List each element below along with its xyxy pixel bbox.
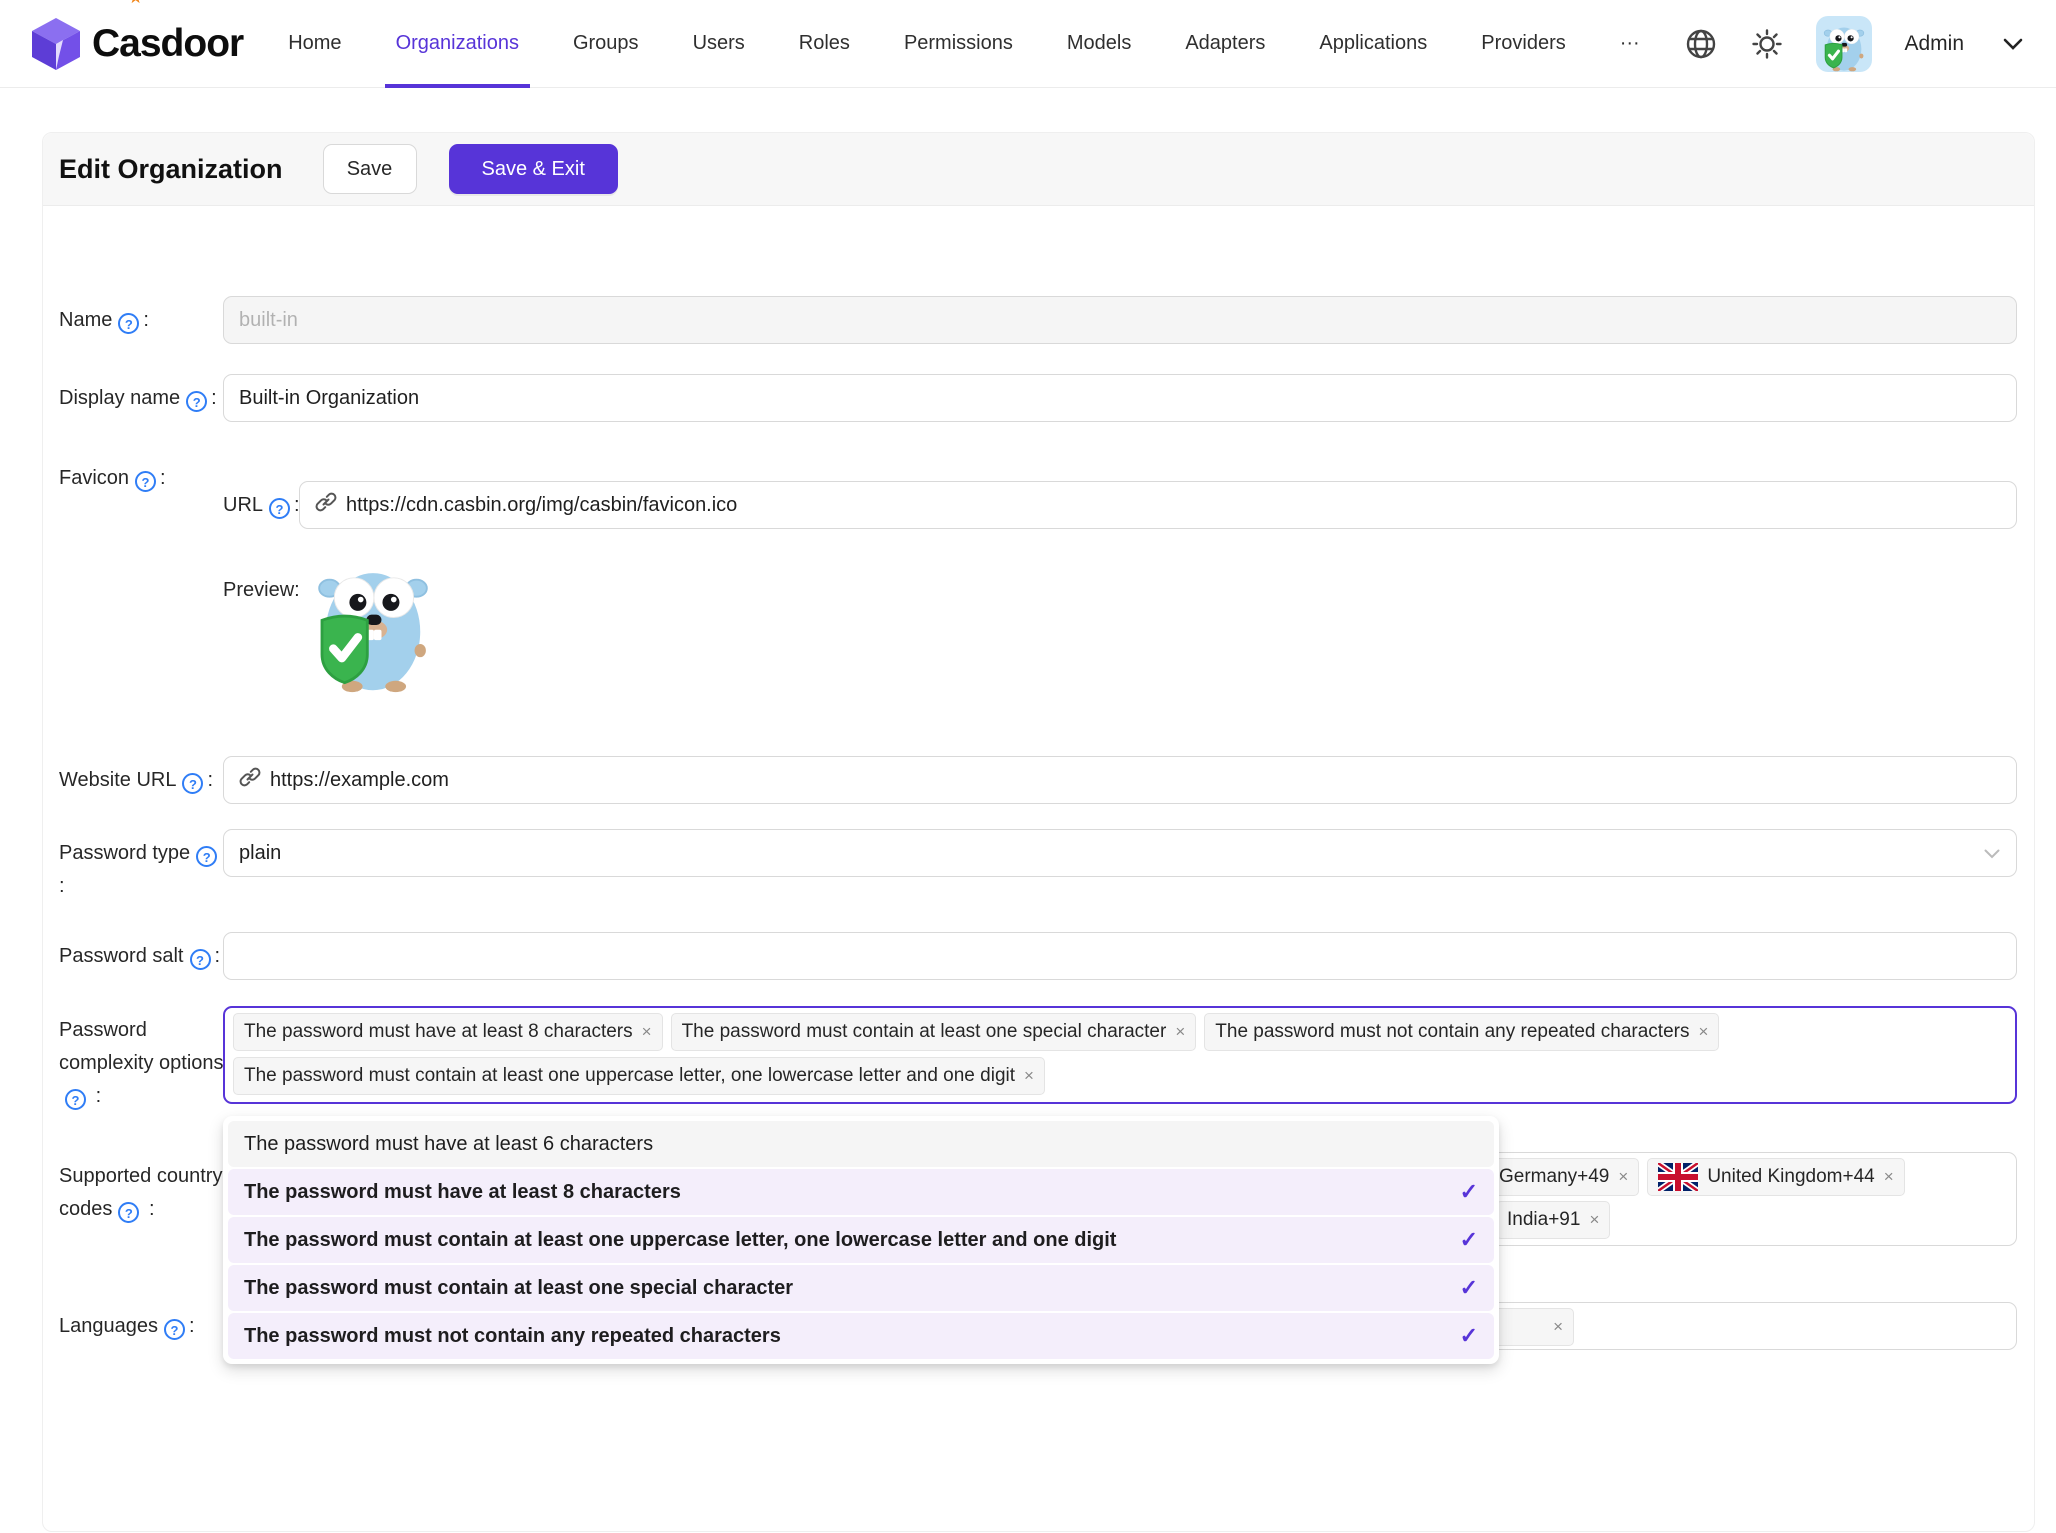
nav-item-models[interactable]: Models bbox=[1040, 0, 1158, 87]
remove-tag-icon[interactable]: × bbox=[1553, 1317, 1563, 1337]
country-tag-india: India+91 × bbox=[1496, 1201, 1611, 1239]
dropdown-option[interactable]: The password must have at least 6 charac… bbox=[228, 1121, 1494, 1167]
remove-tag-icon[interactable]: × bbox=[1618, 1167, 1628, 1187]
remove-tag-icon[interactable]: × bbox=[1175, 1022, 1185, 1042]
user-name[interactable]: Admin bbox=[1904, 32, 1964, 56]
name-input: built-in bbox=[223, 296, 2017, 344]
display-name-label: Display name?: bbox=[59, 387, 217, 412]
link-icon bbox=[239, 766, 261, 794]
theme-sun-icon[interactable] bbox=[1750, 27, 1784, 61]
remove-tag-icon[interactable]: × bbox=[1024, 1066, 1034, 1086]
navbar-right: Admin bbox=[1684, 15, 2030, 72]
edit-organization-card: Edit Organization Save Save & Exit Name?… bbox=[42, 132, 2035, 1532]
favicon-label: Favicon?: bbox=[59, 467, 166, 492]
dropdown-option[interactable]: The password must contain at least one u… bbox=[228, 1217, 1494, 1263]
remove-tag-icon[interactable]: × bbox=[642, 1022, 652, 1042]
check-icon: ✓ bbox=[1459, 1179, 1478, 1204]
country-tag-uk: United Kingdom+44 × bbox=[1647, 1158, 1905, 1196]
favicon-preview-image bbox=[314, 558, 432, 699]
display-name-input[interactable]: Built-in Organization bbox=[223, 374, 2017, 422]
main-nav: Home Organizations Groups Users Roles Pe… bbox=[261, 0, 1667, 88]
select-chevron-icon bbox=[1984, 842, 2000, 865]
help-icon[interactable]: ? bbox=[186, 391, 208, 412]
password-complexity-select[interactable]: The password must have at least 8 charac… bbox=[223, 1006, 2017, 1104]
nav-item-adapters[interactable]: Adapters bbox=[1158, 0, 1292, 87]
check-icon: ✓ bbox=[1459, 1323, 1478, 1348]
help-icon[interactable]: ? bbox=[189, 949, 211, 970]
help-icon[interactable]: ? bbox=[196, 846, 218, 867]
password-salt-input[interactable] bbox=[223, 932, 2017, 980]
casdoor-logo[interactable]: Casdoor ★ bbox=[30, 0, 244, 72]
name-label: Name?: bbox=[59, 309, 149, 334]
dropdown-option[interactable]: The password must have at least 8 charac… bbox=[228, 1169, 1494, 1215]
help-icon[interactable]: ? bbox=[269, 498, 291, 519]
complexity-tag: The password must not contain any repeat… bbox=[1204, 1013, 1720, 1051]
languages-label: Languages?: bbox=[59, 1315, 195, 1340]
complexity-tag: The password must contain at least one s… bbox=[670, 1013, 1197, 1051]
logo-star-icon: ★ bbox=[128, 0, 143, 8]
remove-tag-icon[interactable]: × bbox=[1698, 1022, 1708, 1042]
top-navbar: Casdoor ★ Home Organizations Groups User… bbox=[0, 0, 2056, 88]
brand-name: Casdoor bbox=[92, 21, 244, 65]
page-title: Edit Organization bbox=[59, 153, 283, 184]
dropdown-option[interactable]: The password must contain at least one s… bbox=[228, 1265, 1494, 1311]
nav-item-groups[interactable]: Groups bbox=[546, 0, 666, 87]
check-icon: ✓ bbox=[1459, 1275, 1478, 1300]
link-icon bbox=[315, 491, 337, 519]
remove-tag-icon[interactable]: × bbox=[1884, 1167, 1894, 1187]
help-icon[interactable]: ? bbox=[118, 313, 140, 334]
website-url-input[interactable]: https://example.com bbox=[223, 756, 2017, 804]
card-header: Edit Organization Save Save & Exit bbox=[43, 133, 2034, 206]
nav-item-providers[interactable]: Providers bbox=[1454, 0, 1592, 87]
complexity-tag: The password must contain at least one u… bbox=[233, 1057, 1045, 1095]
nav-more-menu[interactable]: ··· bbox=[1593, 0, 1667, 87]
uk-flag-icon bbox=[1658, 1163, 1698, 1191]
save-button[interactable]: Save bbox=[322, 144, 417, 194]
nav-item-applications[interactable]: Applications bbox=[1292, 0, 1454, 87]
complexity-tag: The password must have at least 8 charac… bbox=[233, 1013, 663, 1051]
help-icon[interactable]: ? bbox=[135, 471, 157, 492]
help-icon[interactable]: ? bbox=[182, 773, 204, 794]
country-codes-label: Supported country codes? : bbox=[59, 1165, 223, 1223]
website-url-label: Website URL?: bbox=[59, 769, 214, 794]
password-complexity-label: Password complexity options? : bbox=[59, 1019, 224, 1110]
user-avatar[interactable] bbox=[1816, 15, 1873, 72]
nav-item-permissions[interactable]: Permissions bbox=[877, 0, 1040, 87]
dropdown-option[interactable]: The password must not contain any repeat… bbox=[228, 1313, 1494, 1359]
language-globe-icon[interactable] bbox=[1684, 27, 1718, 61]
nav-item-roles[interactable]: Roles bbox=[772, 0, 877, 87]
password-type-select[interactable]: plain bbox=[223, 829, 2017, 877]
favicon-url-input[interactable]: https://cdn.casbin.org/img/casbin/favico… bbox=[299, 481, 2017, 529]
help-icon[interactable]: ? bbox=[118, 1202, 140, 1223]
nav-item-home[interactable]: Home bbox=[261, 0, 368, 87]
nav-item-users[interactable]: Users bbox=[666, 0, 772, 87]
remove-tag-icon[interactable]: × bbox=[1589, 1210, 1599, 1230]
check-icon: ✓ bbox=[1459, 1227, 1478, 1252]
password-type-label: Password type? : bbox=[59, 837, 225, 903]
help-icon[interactable]: ? bbox=[163, 1319, 185, 1340]
chevron-down-icon[interactable] bbox=[1996, 27, 2030, 61]
save-and-exit-button[interactable]: Save & Exit bbox=[448, 144, 618, 194]
card-body: Name?: built-in Display name?: Built-in … bbox=[43, 206, 2034, 1533]
cube-logo-icon bbox=[32, 17, 80, 70]
password-complexity-dropdown: The password must have at least 6 charac… bbox=[223, 1116, 1499, 1364]
password-salt-label: Password salt?: bbox=[59, 945, 221, 970]
nav-item-organizations[interactable]: Organizations bbox=[369, 0, 546, 88]
help-icon[interactable]: ? bbox=[65, 1089, 86, 1110]
